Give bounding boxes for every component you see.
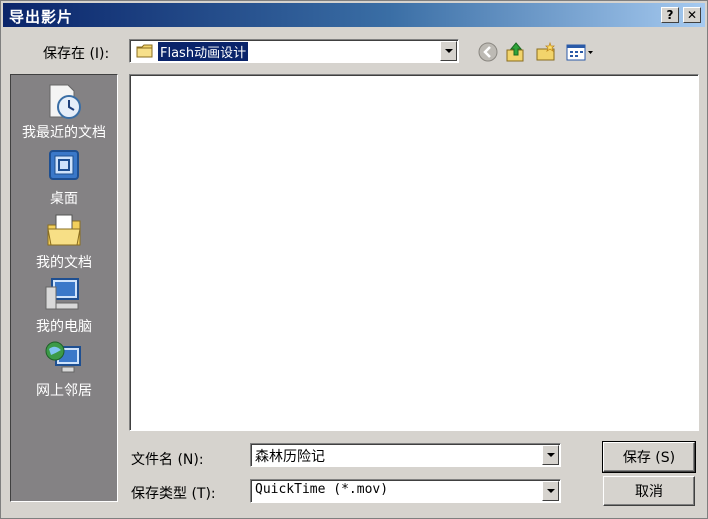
new-folder-icon[interactable] xyxy=(535,41,557,63)
file-list[interactable] xyxy=(129,74,699,431)
export-movie-dialog: 导出影片 ? ✕ 保存在 (I): Flash动画设计 我最近的文档 桌面 我的… xyxy=(0,0,708,519)
place-recent-documents[interactable]: 我最近的文档 xyxy=(11,81,117,142)
place-my-computer[interactable]: 我的电脑 xyxy=(11,275,117,336)
folder-icon xyxy=(136,44,153,58)
save-in-combobox[interactable]: Flash动画设计 xyxy=(129,39,459,63)
file-name-value[interactable]: 森林历险记 xyxy=(255,446,325,466)
save-type-combobox[interactable]: QuickTime (*.mov) xyxy=(250,479,561,503)
up-folder-icon[interactable] xyxy=(505,41,527,63)
place-my-documents[interactable]: 我的文档 xyxy=(11,211,117,272)
save-type-dropdown-arrow[interactable] xyxy=(542,481,559,501)
recent-documents-icon xyxy=(49,84,81,119)
save-button[interactable]: 保存 (S) xyxy=(602,441,696,473)
save-type-value: QuickTime (*.mov) xyxy=(255,482,389,497)
views-menu-icon[interactable] xyxy=(565,41,595,63)
place-label: 我的电脑 xyxy=(36,319,92,335)
close-button[interactable]: ✕ xyxy=(683,7,701,23)
save-type-label: 保存类型 (T): xyxy=(131,486,216,502)
save-button-label: 保存 (S) xyxy=(622,450,676,466)
places-bar: 我最近的文档 桌面 我的文档 我的电脑 网上邻居 xyxy=(10,74,118,502)
place-label: 我最近的文档 xyxy=(22,125,106,141)
file-name-dropdown-arrow[interactable] xyxy=(542,445,559,465)
cancel-button-label: 取消 xyxy=(635,484,663,500)
my-documents-icon xyxy=(47,214,81,246)
network-places-icon xyxy=(45,341,81,373)
file-name-combobox[interactable]: 森林历险记 xyxy=(250,443,561,467)
help-button[interactable]: ? xyxy=(661,7,679,23)
title-bar[interactable]: 导出影片 ? ✕ xyxy=(3,3,705,27)
place-desktop[interactable]: 桌面 xyxy=(11,147,117,208)
place-label: 桌面 xyxy=(50,191,78,207)
save-in-label: 保存在 (I): xyxy=(43,46,110,62)
file-name-label: 文件名 (N): xyxy=(131,452,204,468)
place-label: 我的文档 xyxy=(36,255,92,271)
back-icon[interactable] xyxy=(477,41,499,63)
place-label: 网上邻居 xyxy=(36,383,92,399)
cancel-button[interactable]: 取消 xyxy=(603,476,695,506)
save-in-dropdown-arrow[interactable] xyxy=(440,41,457,61)
place-network-places[interactable]: 网上邻居 xyxy=(11,339,117,400)
my-computer-icon xyxy=(45,278,79,310)
window-title: 导出影片 xyxy=(9,8,74,26)
save-in-value: Flash动画设计 xyxy=(158,42,249,61)
desktop-icon xyxy=(49,150,79,180)
